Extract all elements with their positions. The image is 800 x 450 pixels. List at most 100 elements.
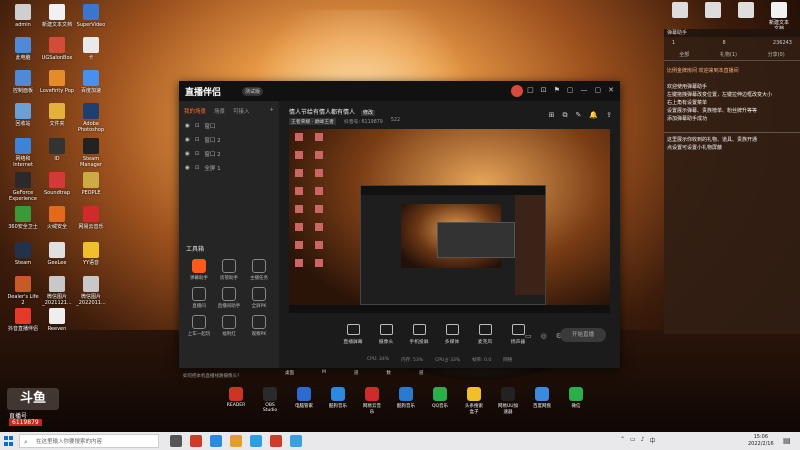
camera-hint-link[interactable]: 如何把本机直播线路摄像头?: [183, 373, 239, 379]
taskbar-app-icon[interactable]: [250, 435, 262, 447]
desktop-icon[interactable]: 新建文本文档: [767, 2, 791, 32]
window-control-icon[interactable]: ▢: [567, 86, 574, 94]
desktop-icon[interactable]: Steam Manager: [74, 138, 108, 168]
tab-scenes[interactable]: 场景: [214, 107, 225, 115]
window-control-icon[interactable]: □: [527, 86, 534, 94]
window-control-icon[interactable]: ⚑: [554, 86, 560, 94]
desktop-icon[interactable]: Steam: [6, 242, 40, 266]
toolbox-item[interactable]: 福利红: [214, 315, 244, 337]
taskbar-app-icon[interactable]: [210, 435, 222, 447]
desktop-icon[interactable]: 网络和Internet: [6, 138, 40, 168]
visibility-eye-icon[interactable]: ◉: [185, 137, 190, 143]
room-action-icon[interactable]: ⊞: [549, 111, 555, 120]
source-control-button[interactable]: 直播屏幕: [342, 324, 364, 345]
desktop-icon[interactable]: [668, 2, 692, 32]
dock-app-icon[interactable]: READER: [225, 387, 247, 415]
taskbar-app-icon[interactable]: [190, 435, 202, 447]
toolbox-item[interactable]: 上车一起玩: [184, 315, 214, 337]
desktop-icon[interactable]: 控制面板: [6, 70, 40, 94]
source-control-button[interactable]: 多媒体: [441, 324, 463, 345]
window-control-icon[interactable]: ✕: [608, 86, 614, 94]
chat-tab-gifts[interactable]: 礼物(1): [720, 51, 737, 58]
scene-item[interactable]: ◉ ⊡ 窗口 2: [179, 147, 279, 161]
desktop-icon[interactable]: 微信图片_2022011...: [74, 276, 108, 306]
source-control-button[interactable]: 摄像头: [375, 324, 397, 345]
dock-app-icon[interactable]: 电脑管家: [293, 387, 315, 415]
desktop-icon[interactable]: 网易云音乐: [74, 206, 108, 230]
visibility-eye-icon[interactable]: ◉: [185, 165, 190, 171]
desktop-icon[interactable]: GeForce Experience: [6, 172, 40, 202]
room-action-icon[interactable]: ⇪: [606, 111, 612, 120]
dock-app-icon[interactable]: OBS Studio: [259, 387, 281, 415]
desktop-icon[interactable]: 回收站: [6, 103, 40, 127]
chat-tab-all[interactable]: 全部: [679, 51, 689, 58]
desktop-icon[interactable]: [734, 2, 758, 32]
desktop-icon[interactable]: 百度加速: [74, 70, 108, 94]
desktop-icon[interactable]: 卡: [74, 37, 108, 61]
scene-item[interactable]: ◉ ⊡ 窗口: [179, 119, 279, 133]
toolbox-item[interactable]: 直播间: [184, 287, 214, 309]
notification-icon[interactable]: ▤: [783, 436, 791, 445]
dock-app-icon[interactable]: 酷狗音乐: [395, 387, 417, 415]
desktop-icon[interactable]: YY语音: [74, 242, 108, 266]
edit-title-button[interactable]: 修改: [360, 110, 375, 116]
desktop-icon[interactable]: Dealer's Life 2: [6, 276, 40, 306]
desktop-icon[interactable]: GeeLee: [40, 242, 74, 266]
room-action-icon[interactable]: ⧉: [563, 111, 568, 120]
dock-app-icon[interactable]: QQ音乐: [429, 387, 451, 415]
tray-up-icon[interactable]: ⌃: [620, 436, 625, 445]
desktop-icon[interactable]: SuperVideo: [74, 4, 108, 28]
visibility-eye-icon[interactable]: ◉: [185, 151, 190, 157]
taskbar-app-icon[interactable]: [290, 435, 302, 447]
window-control-icon[interactable]: —: [581, 86, 588, 94]
control-settings-icon[interactable]: ◎: [541, 332, 547, 340]
control-settings-icon[interactable]: ▭: [525, 332, 532, 340]
room-category[interactable]: 王者荣耀 · 巅峰王者: [289, 118, 336, 125]
taskbar-app-icon[interactable]: [230, 435, 242, 447]
toolbox-item[interactable]: 全屏PK: [244, 287, 274, 309]
toolbox-item[interactable]: 观察PK: [244, 315, 274, 337]
window-titlebar[interactable]: 直播伴侣 测试版 □ ⊡ ⚑ ▢ — ▢ ✕: [179, 81, 620, 101]
lock-icon[interactable]: ⊡: [195, 123, 200, 129]
toolbox-item[interactable]: 直播间助手: [214, 287, 244, 309]
source-control-button[interactable]: 麦克风: [474, 324, 496, 345]
tray-network-icon[interactable]: ▭: [630, 436, 636, 445]
room-action-icon[interactable]: ✎: [576, 111, 582, 120]
desktop-icon[interactable]: Soundtrap: [40, 172, 74, 196]
tray-input-icon[interactable]: 中: [650, 436, 656, 445]
tab-available[interactable]: 可接入: [233, 107, 250, 115]
taskbar-clock[interactable]: 15:06 2022/2/16: [748, 434, 774, 448]
source-control-button[interactable]: 手机投屏: [408, 324, 430, 345]
desktop-icon[interactable]: 火绒安全: [40, 206, 74, 230]
lock-icon[interactable]: ⊡: [195, 137, 200, 143]
lock-icon[interactable]: ⊡: [195, 165, 200, 171]
desktop-icon[interactable]: 新建文本文档: [40, 4, 74, 28]
tab-my-scenes[interactable]: 我的场景: [184, 107, 206, 115]
desktop-icon[interactable]: 抖音直播伴侣: [6, 308, 40, 332]
desktop-icon[interactable]: 360安全卫士: [6, 206, 40, 230]
desktop-icon[interactable]: UGSalonBox: [40, 37, 74, 61]
tray-volume-icon[interactable]: ♪: [641, 436, 645, 445]
desktop-icon[interactable]: ID: [40, 138, 74, 162]
desktop-icon[interactable]: PEOPLE: [74, 172, 108, 196]
dock-app-icon[interactable]: 百度网盘: [531, 387, 553, 415]
start-live-button[interactable]: 开始直播: [560, 328, 606, 342]
toolbox-item[interactable]: 房管助手: [214, 259, 244, 281]
dock-app-icon[interactable]: 酷狗音乐: [327, 387, 349, 415]
desktop-icon[interactable]: admin: [6, 4, 40, 28]
toolbox-item[interactable]: 弹幕助手: [184, 259, 214, 281]
room-action-icon[interactable]: 🔔: [589, 111, 598, 120]
lock-icon[interactable]: ⊡: [195, 151, 200, 157]
dock-app-icon[interactable]: 网易UU加速器: [497, 387, 519, 415]
live-preview[interactable]: [289, 129, 610, 313]
desktop-icon[interactable]: Reeven: [40, 308, 74, 332]
add-scene-button[interactable]: +: [269, 107, 274, 115]
visibility-eye-icon[interactable]: ◉: [185, 123, 190, 129]
desktop-icon[interactable]: Adobe Photoshop: [74, 103, 108, 133]
desktop-icon[interactable]: 此电脑: [6, 37, 40, 61]
desktop-icon[interactable]: [701, 2, 725, 32]
chat-tab-share[interactable]: 分享(0): [768, 51, 785, 58]
desktop-icon[interactable]: Lovefirity Pop: [40, 70, 74, 94]
user-avatar[interactable]: [511, 85, 523, 97]
window-control-icon[interactable]: ⊡: [541, 86, 547, 94]
